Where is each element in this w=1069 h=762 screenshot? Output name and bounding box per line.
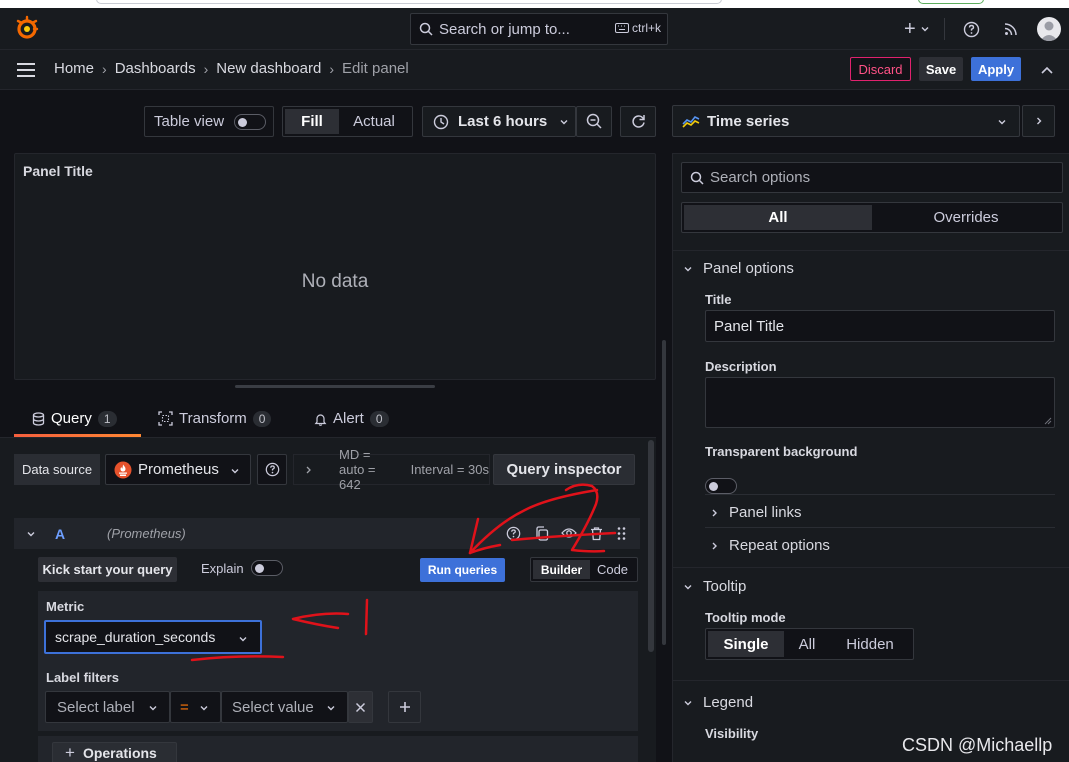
annotation-underline-metric (190, 655, 285, 662)
watermark: CSDN @Michaellp (902, 735, 1053, 755)
annotation-underline-run (510, 531, 617, 542)
annotation-arrow-1 (291, 612, 350, 630)
annotation-arrow-2 (468, 488, 599, 555)
annotation-overlay (190, 483, 617, 662)
annotation-numeral-1 (364, 598, 369, 636)
